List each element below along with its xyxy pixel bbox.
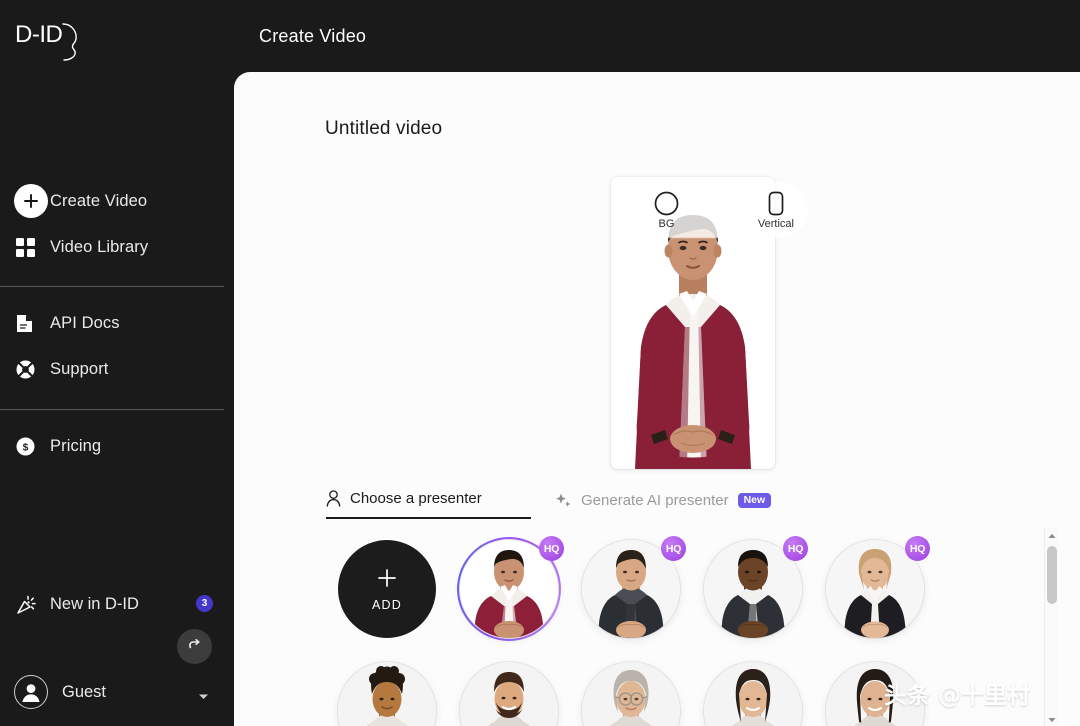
tab-label: Generate AI presenter	[581, 492, 729, 509]
sidebar-item-label: Pricing	[50, 436, 102, 455]
presenter-scrollbar[interactable]	[1044, 528, 1058, 726]
caret-down-icon	[1048, 710, 1056, 726]
lifebuoy-icon	[16, 360, 50, 379]
sidebar-item-video-library[interactable]: Video Library	[0, 224, 224, 270]
chevron-down-icon[interactable]	[198, 688, 209, 706]
circle-icon	[654, 190, 679, 216]
presenter-curly-hair-woman-cell	[326, 650, 448, 726]
add-presenter-cell: ADD	[326, 528, 448, 650]
presenter-tabs: Choose a presenter Generate AI presenter…	[326, 490, 772, 519]
avatar	[14, 675, 48, 709]
status-badge: 3	[196, 595, 213, 612]
dollar-coin-icon: $	[16, 437, 50, 456]
sidebar-item-label: New in D-ID	[50, 594, 139, 613]
sidebar-primary-group: Create Video Video Library	[0, 178, 224, 270]
bg-button-label: BG	[658, 218, 675, 230]
video-title[interactable]: Untitled video	[325, 118, 442, 140]
svg-text:D-ID: D-ID	[15, 21, 62, 48]
sidebar-secondary-group: API Docs Support	[0, 300, 224, 392]
presenter-bearded-man[interactable]	[460, 662, 558, 726]
did-logo[interactable]: D-ID	[14, 16, 84, 64]
tab-choose-a-presenter[interactable]: Choose a presenter	[326, 490, 531, 519]
party-popper-icon	[16, 594, 50, 615]
presenter-bearded-man-cell	[448, 650, 570, 726]
presenter-dark-suit-man-cell: HQ	[570, 528, 692, 650]
account-label: Guest	[62, 682, 107, 701]
sidebar-item-create-video[interactable]: Create Video	[0, 178, 224, 224]
plus-icon	[14, 184, 50, 218]
sidebar-item-pricing[interactable]: $ Pricing	[0, 423, 224, 469]
presenter-dark-hair-woman-cell	[692, 650, 814, 726]
sidebar-item-api-docs[interactable]: API Docs	[0, 300, 224, 346]
tab-generate-ai-presenter[interactable]: Generate AI presenter New	[555, 492, 772, 519]
caret-up-icon	[1048, 526, 1056, 544]
sidebar-divider-2	[0, 409, 224, 410]
sparkles-icon	[555, 492, 572, 509]
scrollbar-thumb[interactable]	[1047, 546, 1057, 604]
sidebar-item-label: Create Video	[50, 191, 148, 210]
svg-text:$: $	[23, 442, 29, 453]
scroll-up-button[interactable]	[1045, 528, 1059, 542]
vertical-button[interactable]: Vertical	[758, 190, 794, 230]
watermark: 头条 @十里村	[884, 683, 1031, 709]
stage-controls: BG Vertical	[640, 182, 808, 238]
presenter-row: ADD HQ HQ HQ HQ	[326, 528, 1038, 650]
tab-label: Choose a presenter	[350, 490, 482, 507]
new-badge: New	[737, 492, 772, 509]
grid-icon	[16, 237, 50, 257]
vertical-rectangle-icon	[767, 190, 785, 216]
account-menu[interactable]: Guest	[0, 668, 224, 716]
sidebar-item-support[interactable]: Support	[0, 346, 224, 392]
sidebar-item-label: Support	[50, 359, 109, 378]
sidebar-tertiary-group: $ Pricing	[0, 423, 224, 469]
presenter-grey-hair-woman[interactable]	[582, 662, 680, 726]
page-title: Create Video	[259, 25, 367, 46]
presenter-blonde-woman-cell: HQ	[814, 528, 936, 650]
add-presenter-button[interactable]: ADD	[338, 540, 436, 638]
top-header: Create Video	[234, 0, 1080, 72]
hq-badge: HQ	[661, 536, 686, 561]
add-presenter-label: ADD	[372, 598, 402, 612]
collapse-sidebar-button[interactable]	[177, 629, 212, 664]
main-panel: Untitled video BG Vertical Choose a pres…	[234, 72, 1080, 726]
hq-badge: HQ	[783, 536, 808, 561]
sidebar-item-label: Video Library	[50, 237, 149, 256]
collapse-arrow-icon	[186, 636, 203, 658]
hq-badge: HQ	[539, 536, 564, 561]
hq-badge: HQ	[905, 536, 930, 561]
document-icon	[16, 314, 50, 333]
presenter-curly-hair-woman[interactable]	[338, 662, 436, 726]
app-window: D-ID Create Video Video Library API Docs…	[0, 0, 1080, 726]
bg-button[interactable]: BG	[654, 190, 679, 230]
sidebar: D-ID Create Video Video Library API Docs…	[0, 0, 234, 726]
presenter-dark-hair-woman[interactable]	[704, 662, 802, 726]
presenter-maroon-suit-man-cell: HQ	[448, 528, 570, 650]
sidebar-divider-1	[0, 286, 224, 287]
presenter-black-man-cell: HQ	[692, 528, 814, 650]
sidebar-item-label: API Docs	[50, 313, 120, 332]
plus-icon	[375, 566, 399, 595]
vertical-button-label: Vertical	[757, 218, 794, 230]
scroll-down-button[interactable]	[1045, 712, 1059, 726]
presenter-grey-hair-woman-cell	[570, 650, 692, 726]
sidebar-item-new-in-did[interactable]: New in D-ID 3	[0, 581, 224, 627]
person-icon	[326, 490, 341, 507]
